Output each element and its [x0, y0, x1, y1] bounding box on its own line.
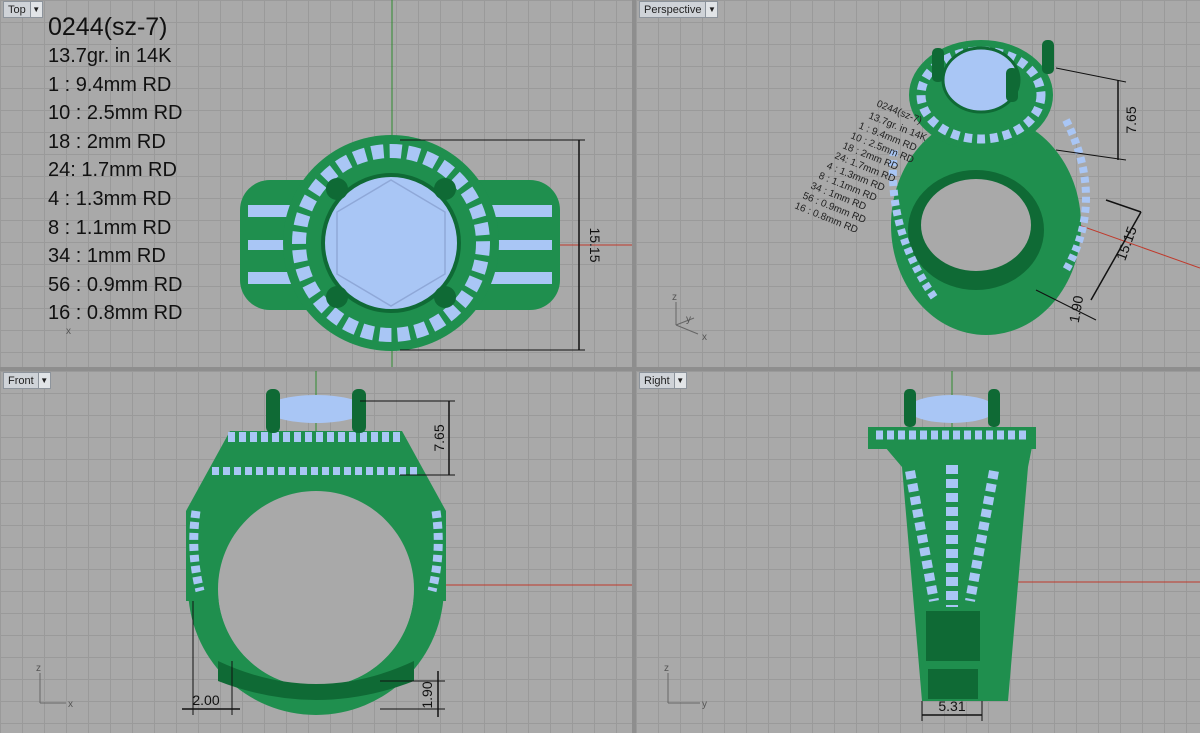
dimension-label: 5.31 [938, 698, 965, 714]
dropdown-arrow-icon[interactable]: ▼ [705, 2, 718, 17]
viewport-label: Top [8, 3, 26, 16]
svg-text:z: z [672, 292, 677, 303]
viewport-front[interactable]: Front ▼ 7.65 2.00 1.90 z x [0, 371, 632, 733]
right-view-canvas[interactable]: 5.31 z y [636, 371, 1200, 733]
dimension-label: 7.65 [1123, 106, 1139, 133]
stone-spec: 10 : 2.5mm RD [48, 102, 183, 125]
stone-spec: 18 : 2mm RD [48, 130, 166, 153]
svg-text:y: y [702, 699, 707, 710]
viewport-tab-front[interactable]: Front ▼ [3, 372, 51, 389]
stone-spec: 8 : 1.1mm RD [48, 216, 172, 239]
dimension-label: 2.00 [192, 692, 219, 708]
svg-text:x: x [68, 699, 73, 710]
stone-spec: 34 : 1mm RD [48, 245, 166, 268]
spec-sheet: 0244(sz-7) 13.7gr. in 14K 1 : 9.4mm RD 1… [48, 12, 182, 328]
viewport-label: Front [8, 374, 34, 387]
dimension-label: 1.90 [1066, 294, 1087, 324]
dimension-right-shank: 5.31 [921, 698, 983, 721]
axis-widget: z x [36, 663, 73, 710]
viewport-label: Perspective [644, 3, 702, 16]
viewport-tab-top[interactable]: Top ▼ [3, 1, 43, 18]
dropdown-arrow-icon[interactable]: ▼ [29, 2, 42, 17]
dimension-label: 15.15 [1113, 224, 1140, 263]
prong [434, 286, 456, 308]
dimension-persp-height: 7.65 [1055, 67, 1139, 161]
ring-right [868, 389, 1036, 701]
viewport-right[interactable]: Right ▼ 5.31 z y [636, 371, 1200, 733]
svg-text:y: y [686, 314, 691, 325]
dimension-label: 1.90 [419, 681, 435, 708]
svg-text:x: x [702, 332, 707, 343]
ring-perspective [888, 40, 1090, 335]
ring-weight: 13.7gr. in 14K [48, 45, 172, 67]
dropdown-arrow-icon[interactable]: ▼ [37, 373, 50, 388]
dimension-label: 7.65 [431, 424, 447, 451]
stone-spec: 56 : 0.9mm RD [48, 273, 183, 296]
stone-spec: 1 : 9.4mm RD [48, 73, 172, 96]
prong [326, 178, 348, 200]
dropdown-arrow-icon[interactable]: ▼ [673, 373, 686, 388]
viewport-top[interactable]: Top ▼ 0244(sz-7) 13.7gr. in 14K 1 : 9.4m… [0, 0, 632, 367]
dimension-label: 15.15 [587, 227, 603, 262]
dimension-persp-width: 15.15 [1090, 199, 1142, 301]
viewport-perspective[interactable]: Perspective ▼ 7.65 15.15 1.90 0244(sz-7)… [636, 0, 1200, 367]
viewport-tab-perspective[interactable]: Perspective ▼ [639, 1, 719, 18]
axis-widget: z y x [672, 292, 707, 343]
prong [434, 178, 456, 200]
front-view-canvas[interactable]: 7.65 2.00 1.90 z x [0, 371, 632, 733]
ring-front [186, 389, 446, 715]
stone-spec: 16 : 0.8mm RD [48, 302, 183, 325]
svg-text:z: z [664, 663, 669, 674]
perspective-view-canvas[interactable]: 7.65 15.15 1.90 0244(sz-7) 13.7gr. in 14… [636, 0, 1200, 367]
svg-text:z: z [36, 663, 41, 674]
stone-spec: 24: 1.7mm RD [48, 159, 177, 182]
ring-title: 0244(sz-7) [48, 13, 168, 41]
viewport-tab-right[interactable]: Right ▼ [639, 372, 687, 389]
prong [326, 286, 348, 308]
axis-widget: z y [664, 663, 707, 710]
viewport-label: Right [644, 374, 670, 387]
stone-spec: 4 : 1.3mm RD [48, 187, 172, 210]
